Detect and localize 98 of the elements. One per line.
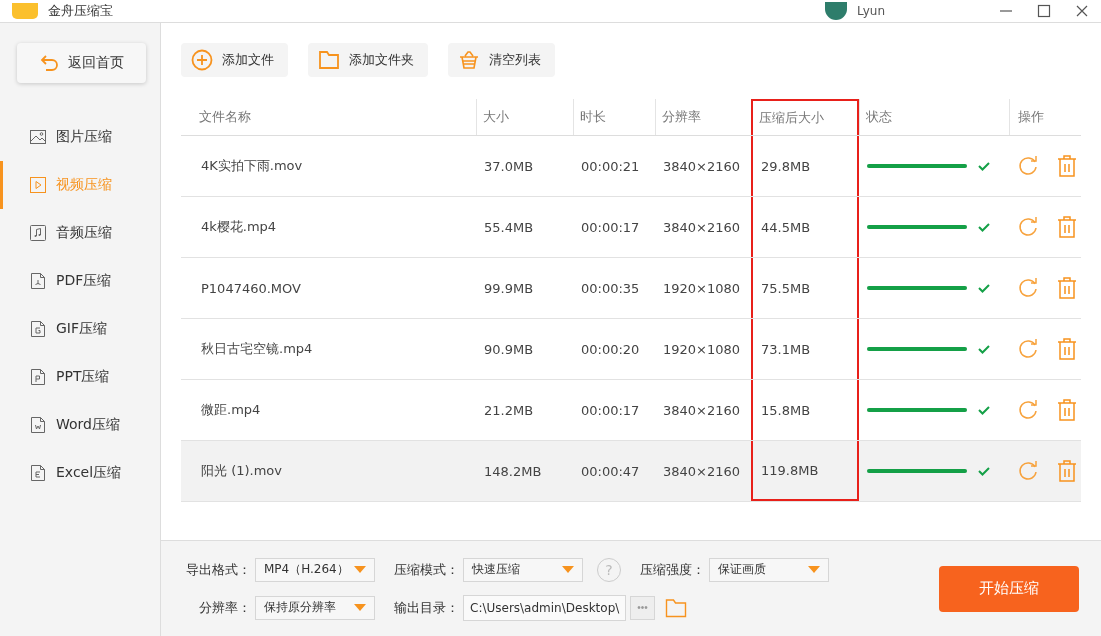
column-header: 分辨率: [655, 99, 751, 135]
table-cell: 21.2MB: [484, 402, 534, 418]
table-cell: 秋日古宅空镜.mp4: [201, 340, 313, 358]
column-header: 大小: [476, 99, 573, 135]
table-cell: 37.0MB: [484, 158, 534, 174]
trash-icon[interactable]: [1057, 216, 1077, 238]
column-header: 操作: [1009, 99, 1079, 135]
document-icon: [29, 368, 47, 386]
avatar: [825, 2, 848, 20]
app-logo-icon: [12, 3, 38, 19]
table-cell: 55.4MB: [484, 219, 534, 235]
document-icon: [29, 416, 47, 434]
image-icon: [29, 128, 47, 146]
setting-label: 分辨率：: [198, 598, 251, 617]
table-cell: 90.9MB: [484, 341, 534, 357]
table-cell: 119.8MB: [761, 462, 819, 478]
refresh-icon[interactable]: [1017, 155, 1039, 177]
sidebar-item[interactable]: Excel压缩: [0, 449, 160, 497]
table-row[interactable]: 4K实拍下雨.mov 37.0MB 00:00:21 3840×2160 29.8MB: [181, 136, 1081, 197]
setting-label: 压缩模式：: [393, 560, 459, 579]
table-cell: 44.5MB: [761, 219, 811, 235]
setting-label: 导出格式：: [185, 560, 251, 579]
close-icon[interactable]: [1075, 4, 1089, 18]
table-cell: 73.1MB: [761, 341, 811, 357]
user-name: Lyun: [857, 4, 885, 18]
path-field[interactable]: C:\Users\admin\Desktop\: [463, 594, 627, 621]
sidebar-item[interactable]: PDF压缩: [0, 257, 160, 305]
table-cell: 3840×2160: [663, 402, 741, 418]
folder-icon: [318, 49, 340, 71]
trash-icon[interactable]: [1057, 338, 1077, 360]
table-cell: 148.2MB: [484, 463, 542, 479]
table-cell: 微距.mp4: [201, 401, 261, 419]
refresh-icon[interactable]: [1017, 216, 1039, 238]
table-cell: 99.9MB: [484, 280, 534, 296]
refresh-icon[interactable]: [1017, 277, 1039, 299]
refresh-icon[interactable]: [1017, 460, 1039, 482]
plus-icon: [191, 49, 213, 71]
table-cell: 4k樱花.mp4: [201, 218, 277, 236]
setting-label: 输出目录：: [393, 598, 459, 617]
dropdown[interactable]: 保证画质: [709, 557, 829, 582]
column-header: 时长: [573, 99, 655, 135]
toolbar-button[interactable]: 添加文件夹: [308, 43, 428, 77]
sidebar-item[interactable]: PPT压缩: [0, 353, 160, 401]
column-header: 文件名称: [198, 108, 252, 126]
table-cell: 3840×2160: [663, 219, 741, 235]
table-cell: 3840×2160: [663, 158, 741, 174]
refresh-icon[interactable]: [1017, 338, 1039, 360]
caret-icon: [562, 565, 574, 574]
table-cell: 1920×1080: [663, 341, 741, 357]
sidebar-item[interactable]: 图片压缩: [0, 113, 160, 161]
sidebar-item[interactable]: GIF压缩: [0, 305, 160, 353]
dropdown[interactable]: MP4（H.264）: [255, 557, 375, 582]
column-header: 状态: [859, 99, 1009, 135]
column-header: 压缩后大小: [751, 99, 859, 135]
table-cell: 阳光 (1).mov: [201, 462, 282, 480]
table-cell: 00:00:21: [581, 158, 640, 174]
setting-label: 压缩强度：: [639, 560, 705, 579]
dropdown[interactable]: 保持原分辨率: [255, 595, 375, 620]
table-row[interactable]: P1047460.MOV 99.9MB 00:00:35 1920×1080 75.5MB: [181, 258, 1081, 319]
play-icon: [29, 176, 47, 194]
table-cell: 15.8MB: [761, 402, 811, 418]
trash-icon[interactable]: [1057, 460, 1077, 482]
caret-icon: [354, 565, 366, 574]
table-cell: P1047460.MOV: [201, 280, 301, 296]
refresh-icon[interactable]: [1017, 399, 1039, 421]
table-cell: 1920×1080: [663, 280, 741, 296]
table-cell: 00:00:20: [581, 341, 640, 357]
toolbar-button[interactable]: 清空列表: [448, 43, 555, 77]
table-row-highlighted[interactable]: 阳光 (1).mov 148.2MB 00:00:47 3840×2160 119.8MB: [181, 441, 1081, 502]
maximize-icon[interactable]: [1037, 4, 1051, 18]
trash-icon[interactable]: [1057, 155, 1077, 177]
home-button[interactable]: 返回首页: [17, 43, 146, 83]
table-cell: 75.5MB: [761, 280, 811, 296]
document-icon: [29, 320, 47, 338]
document-icon: [29, 464, 47, 482]
trash-icon[interactable]: [1057, 399, 1077, 421]
trash-icon[interactable]: [1057, 277, 1077, 299]
table-cell: 4K实拍下雨.mov: [201, 157, 303, 175]
caret-icon: [354, 603, 366, 612]
music-note-icon: [29, 224, 47, 242]
document-icon: [29, 272, 47, 290]
table-cell: 00:00:17: [581, 219, 640, 235]
table-cell: 00:00:47: [581, 463, 640, 479]
table-row[interactable]: 秋日古宅空镜.mp4 90.9MB 00:00:20 1920×1080 73.1MB: [181, 319, 1081, 380]
window-title: 金舟压缩宝: [48, 2, 113, 20]
table-cell: 00:00:17: [581, 402, 640, 418]
return-arrow-icon: [39, 54, 60, 72]
table-row[interactable]: 4k樱花.mp4 55.4MB 00:00:17 3840×2160 44.5MB: [181, 197, 1081, 258]
sidebar-item[interactable]: Word压缩: [0, 401, 160, 449]
table-cell: 00:00:35: [581, 280, 640, 296]
table-cell: 3840×2160: [663, 463, 741, 479]
sidebar-item[interactable]: 音频压缩: [0, 209, 160, 257]
dropdown[interactable]: 快速压缩: [463, 557, 583, 582]
table-cell: 29.8MB: [761, 158, 811, 174]
caret-icon: [808, 565, 820, 574]
toolbar-button[interactable]: 添加文件: [181, 43, 288, 77]
folder-icon[interactable]: [664, 597, 687, 618]
basket-icon: [458, 49, 480, 71]
